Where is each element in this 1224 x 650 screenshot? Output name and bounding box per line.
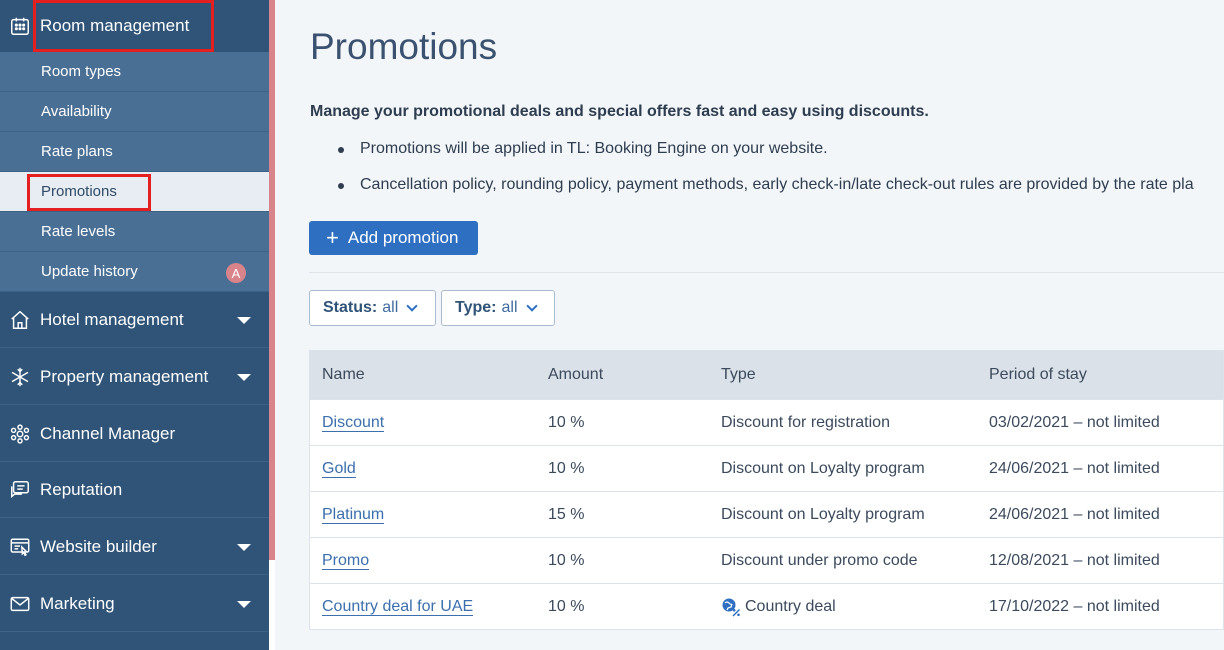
status-filter-value: all [382, 299, 399, 316]
type-cell: Discount on Loyalty program [709, 506, 977, 524]
type-cell: Discount on Loyalty program [709, 460, 977, 478]
column-header-period: Period of stay [989, 366, 1087, 383]
promotions-table: Name Amount Type Period of stay Discount… [309, 350, 1224, 630]
type-text: Country deal [745, 597, 836, 615]
info-bullets: Promotions will be applied in TL: Bookin… [310, 139, 1210, 211]
sidebar-item-property-management[interactable]: Property management [0, 349, 269, 405]
page-title: Promotions [310, 26, 498, 67]
promotion-name-link[interactable]: Platinum [322, 505, 385, 524]
sidebar-item-hotel-management[interactable]: Hotel management [0, 292, 269, 348]
submenu-item-rate-levels[interactable]: Rate levels [0, 212, 269, 252]
sidebar-item-label: Hotel management [40, 309, 184, 329]
chat-icon [0, 479, 40, 501]
envelope-icon [0, 593, 40, 615]
sidebar-item-label: Reputation [40, 479, 123, 499]
period-cell: 24/06/2021 – not limited [989, 505, 1160, 523]
sidebar-item-reputation[interactable]: Reputation [0, 462, 269, 518]
submenu-label: Rate plans [41, 143, 113, 160]
promotion-name-link[interactable]: Gold [322, 459, 356, 478]
table-row: Country deal for UAE 10 % Country deal 1… [310, 583, 1223, 629]
column-header-type: Type [721, 366, 756, 383]
table-row: Promo 10 % Discount under promo code 12/… [310, 537, 1223, 583]
sidebar-item-label: Channel Manager [40, 423, 176, 443]
sidebar: Room management Room types Availability … [0, 0, 269, 650]
chevron-down-icon [237, 600, 251, 608]
type-filter-dropdown[interactable]: Type: all [441, 290, 555, 326]
highlight-box [33, 0, 214, 52]
hub-icon [0, 423, 40, 445]
period-cell: 17/10/2022 – not limited [989, 597, 1160, 615]
snowflake-icon [0, 366, 40, 388]
chevron-down-icon [406, 299, 418, 312]
submenu-label: Update history [41, 263, 138, 280]
sidebar-item-marketing[interactable]: Marketing [0, 576, 269, 632]
period-cell: 03/02/2021 – not limited [989, 413, 1160, 431]
sidebar-item-room-management[interactable]: Room management [0, 0, 269, 52]
period-cell: 12/08/2021 – not limited [989, 551, 1160, 569]
type-filter-value: all [501, 299, 518, 316]
submenu-label: Room types [41, 63, 122, 80]
promotion-name-link[interactable]: Discount [322, 413, 385, 432]
table-header: Name Amount Type Period of stay [310, 351, 1223, 399]
amount-cell: 10 % [548, 413, 585, 431]
highlight-box [27, 174, 151, 211]
notification-badge: A [226, 263, 246, 283]
table-row: Discount 10 % Discount for registration … [310, 399, 1223, 445]
submenu-item-rate-plans[interactable]: Rate plans [0, 132, 269, 172]
globe-percent-icon [721, 597, 741, 617]
submenu-item-update-history[interactable]: Update history A [0, 252, 269, 292]
page-description: Manage your promotional deals and specia… [310, 103, 929, 120]
status-filter-label: Status: [323, 299, 378, 316]
table-row: Platinum 15 % Discount on Loyalty progra… [310, 491, 1223, 537]
column-header-amount: Amount [548, 366, 604, 383]
sidebar-item-channel-manager[interactable]: Channel Manager [0, 406, 269, 462]
sidebar-item-label: Website builder [40, 536, 157, 556]
type-text: Discount on Loyalty program [721, 459, 925, 477]
period-cell: 24/06/2021 – not limited [989, 459, 1160, 477]
submenu-label: Rate levels [41, 223, 116, 240]
sidebar-item-website-builder[interactable]: Website builder [0, 519, 269, 575]
submenu-label: Availability [41, 103, 112, 120]
sidebar-item-label: Marketing [40, 593, 115, 613]
promotion-name-link[interactable]: Promo [322, 551, 370, 570]
status-filter-dropdown[interactable]: Status: all [309, 290, 436, 326]
type-filter-label: Type: [455, 299, 497, 316]
house-icon [0, 309, 40, 331]
divider [309, 272, 1224, 273]
submenu-item-promotions[interactable]: Promotions [0, 172, 269, 212]
promotion-name-link[interactable]: Country deal for UAE [322, 597, 474, 616]
chevron-down-icon [237, 316, 251, 324]
add-promotion-button[interactable]: + Add promotion [309, 221, 478, 255]
type-text: Discount on Loyalty program [721, 505, 925, 523]
submenu-item-availability[interactable]: Availability [0, 92, 269, 132]
type-cell: Discount for registration [709, 414, 977, 432]
main-content: Promotions Manage your promotional deals… [275, 0, 1224, 650]
plus-icon: + [326, 225, 339, 250]
chevron-down-icon [237, 543, 251, 551]
room-management-submenu: Room types Availability Rate plans Promo… [0, 52, 269, 292]
add-promotion-label: Add promotion [347, 228, 459, 247]
submenu-item-room-types[interactable]: Room types [0, 52, 269, 92]
sidebar-item-label: Property management [40, 366, 209, 386]
type-cell: Country deal [709, 597, 977, 617]
type-text: Discount under promo code [721, 551, 918, 569]
type-cell: Discount under promo code [709, 552, 977, 570]
website-icon [0, 536, 40, 558]
bullet-item: Cancellation policy, rounding policy, pa… [310, 175, 1210, 211]
type-text: Discount for registration [721, 413, 890, 431]
chevron-down-icon [525, 299, 538, 312]
amount-cell: 10 % [548, 459, 585, 477]
bullet-item: Promotions will be applied in TL: Bookin… [310, 139, 1210, 175]
chevron-down-icon [237, 373, 251, 381]
amount-cell: 10 % [548, 551, 585, 569]
amount-cell: 15 % [548, 505, 585, 523]
amount-cell: 10 % [548, 597, 585, 615]
table-row: Gold 10 % Discount on Loyalty program 24… [310, 445, 1223, 491]
column-header-name: Name [322, 366, 365, 383]
